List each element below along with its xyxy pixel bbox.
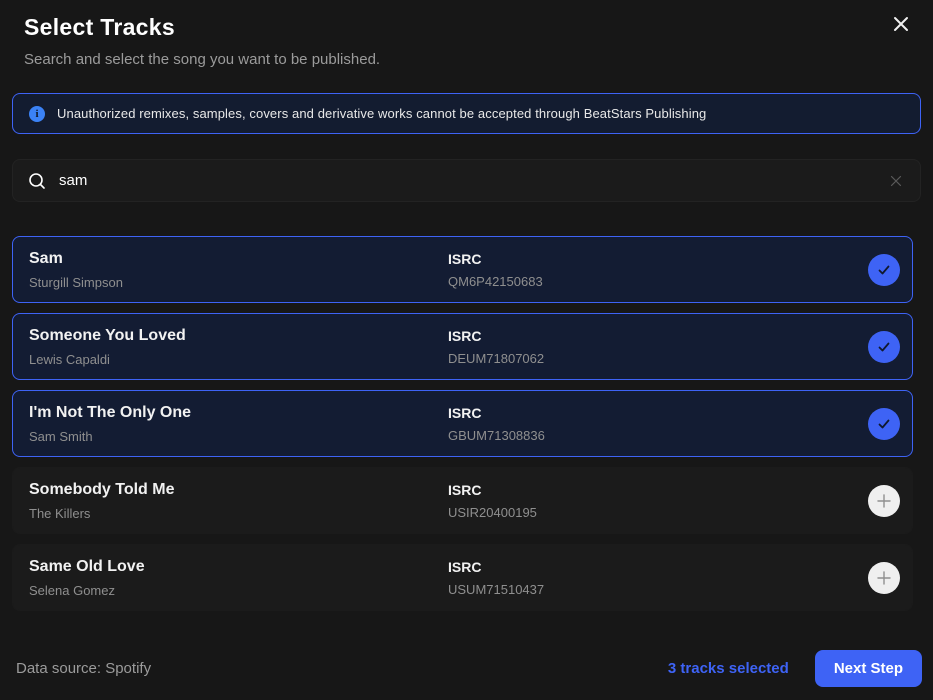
page-subtitle: Search and select the song you want to b… [24,51,909,68]
track-row[interactable]: Someone You Loved Lewis Capaldi ISRC DEU… [12,313,913,380]
track-title: Same Old Love [29,558,448,576]
info-banner-text: Unauthorized remixes, samples, covers an… [57,106,706,121]
track-title: Someone You Loved [29,327,448,345]
track-toggle-button[interactable] [868,408,900,440]
track-title: Somebody Told Me [29,481,448,499]
close-icon [891,14,911,34]
isrc-label: ISRC [448,482,868,498]
clear-icon [890,175,902,187]
isrc-value: GBUM71308836 [448,428,868,443]
search-icon [27,171,47,191]
isrc-value: USIR20400195 [448,505,868,520]
track-row[interactable]: Sam Sturgill Simpson ISRC QM6P42150683 [12,236,913,303]
isrc-label: ISRC [448,251,868,267]
track-toggle-button[interactable] [868,254,900,286]
track-isrc: ISRC USUM71510437 [448,559,868,597]
modal-header: Select Tracks Search and select the song… [0,0,933,68]
track-artist: The Killers [29,506,448,521]
track-info: Sam Sturgill Simpson [29,250,448,290]
check-icon [876,416,892,432]
info-banner: i Unauthorized remixes, samples, covers … [12,93,921,134]
track-artist: Sturgill Simpson [29,275,448,290]
isrc-label: ISRC [448,405,868,421]
track-list: Sam Sturgill Simpson ISRC QM6P42150683 S… [12,236,913,611]
track-row[interactable]: Somebody Told Me The Killers ISRC USIR20… [12,467,913,534]
track-artist: Selena Gomez [29,583,448,598]
track-artist: Lewis Capaldi [29,352,448,367]
search-bar [12,159,921,202]
isrc-value: DEUM71807062 [448,351,868,366]
plus-icon [876,493,892,509]
footer-right: 3 tracks selected Next Step [668,650,922,687]
search-input[interactable] [59,172,886,189]
track-toggle-button[interactable] [868,562,900,594]
track-title: Sam [29,250,448,268]
info-icon: i [29,106,45,122]
close-button[interactable] [887,10,915,38]
modal-footer: Data source: Spotify 3 tracks selected N… [0,650,933,687]
isrc-label: ISRC [448,328,868,344]
track-isrc: ISRC GBUM71308836 [448,405,868,443]
track-row[interactable]: Same Old Love Selena Gomez ISRC USUM7151… [12,544,913,611]
track-row[interactable]: I'm Not The Only One Sam Smith ISRC GBUM… [12,390,913,457]
page-title: Select Tracks [24,14,909,41]
track-info: I'm Not The Only One Sam Smith [29,404,448,444]
next-step-button[interactable]: Next Step [815,650,922,687]
track-info: Same Old Love Selena Gomez [29,558,448,598]
track-info: Someone You Loved Lewis Capaldi [29,327,448,367]
track-isrc: ISRC DEUM71807062 [448,328,868,366]
data-source-label: Data source: Spotify [16,660,151,677]
clear-search-button[interactable] [886,171,906,191]
track-artist: Sam Smith [29,429,448,444]
check-icon [876,339,892,355]
track-isrc: ISRC QM6P42150683 [448,251,868,289]
check-icon [876,262,892,278]
track-toggle-button[interactable] [868,485,900,517]
isrc-value: QM6P42150683 [448,274,868,289]
track-title: I'm Not The Only One [29,404,448,422]
track-isrc: ISRC USIR20400195 [448,482,868,520]
selection-summary: 3 tracks selected [668,660,789,677]
isrc-value: USUM71510437 [448,582,868,597]
plus-icon [876,570,892,586]
track-toggle-button[interactable] [868,331,900,363]
isrc-label: ISRC [448,559,868,575]
track-info: Somebody Told Me The Killers [29,481,448,521]
